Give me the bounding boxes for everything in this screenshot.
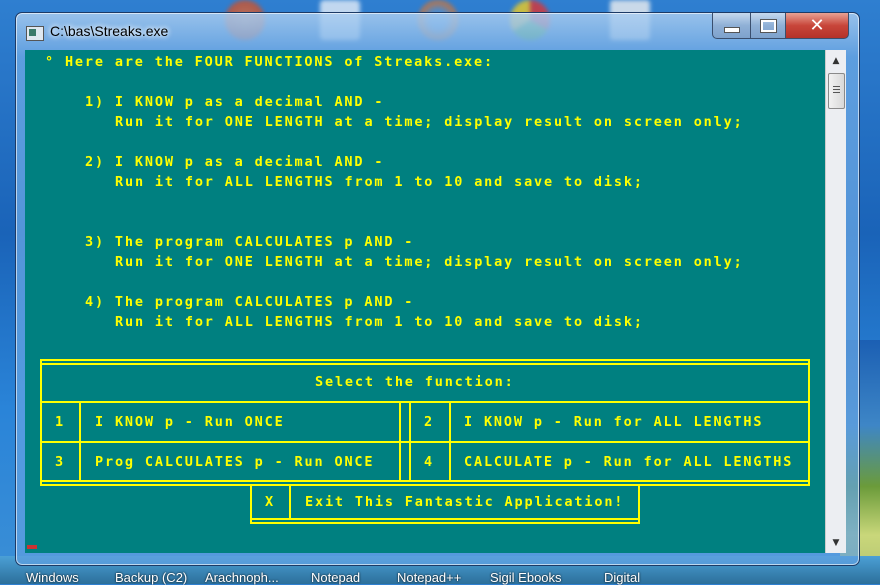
scroll-up-icon: ▲: [832, 55, 840, 66]
menu-border: [40, 363, 810, 365]
minimize-icon: [724, 26, 740, 33]
exit-box-border: [250, 518, 640, 520]
taskbar-item-digital[interactable]: Digital: [604, 570, 640, 585]
menu-border: [40, 480, 810, 482]
minimize-button[interactable]: [712, 13, 752, 39]
scroll-up-button[interactable]: ▲: [826, 52, 846, 69]
scroll-down-icon: ▼: [832, 537, 840, 548]
menu-divider: [399, 403, 401, 480]
window-title: C:\bas\Streaks.exe: [50, 23, 169, 39]
scroll-thumb[interactable]: [828, 73, 845, 109]
console-app-icon[interactable]: [26, 26, 44, 41]
menu-title: Select the function:: [315, 374, 515, 390]
function-4-line2: Run it for ALL LENGTHS from 1 to 10 and …: [115, 314, 644, 330]
menu-option-4-label: CALCULATE p - Run for ALL LENGTHS: [464, 454, 794, 470]
maximize-button[interactable]: [750, 13, 787, 39]
menu-option-1-label: I KNOW p - Run ONCE: [95, 414, 285, 430]
maximize-icon: [760, 18, 777, 33]
scroll-down-button[interactable]: ▼: [826, 534, 846, 551]
exit-box-border: [250, 522, 640, 524]
menu-option-4-key: 4: [424, 454, 434, 470]
function-3-line2: Run it for ONE LENGTH at a time; display…: [115, 254, 744, 270]
menu-option-2-label: I KNOW p - Run for ALL LENGTHS: [464, 414, 764, 430]
function-2-line1: 2) I KNOW p as a decimal AND -: [85, 154, 385, 170]
menu-option-2-key: 2: [424, 414, 434, 430]
heading-text: ° Here are the FOUR FUNCTIONS of Streaks…: [45, 54, 494, 70]
console-cursor: [27, 545, 37, 549]
menu-option-3-label: Prog CALCULATES p - Run ONCE: [95, 454, 375, 470]
taskbar-item-arachnophilia[interactable]: Arachnoph...: [205, 570, 279, 585]
console-area[interactable]: ° Here are the FOUR FUNCTIONS of Streaks…: [25, 50, 825, 553]
menu-border: [40, 359, 810, 361]
taskbar-item-sigil[interactable]: Sigil Ebooks: [490, 570, 562, 585]
function-3-line1: 3) The program CALCULATES p AND -: [85, 234, 415, 250]
function-1-line1: 1) I KNOW p as a decimal AND -: [85, 94, 385, 110]
menu-option-2[interactable]: 2 I KNOW p - Run for ALL LENGTHS: [411, 403, 808, 441]
menu-option-1[interactable]: 1 I KNOW p - Run ONCE: [42, 403, 399, 441]
menu-option-3-key: 3: [55, 454, 65, 470]
taskbar-item-windows[interactable]: Windows: [26, 570, 79, 585]
close-icon: ✕: [809, 15, 825, 36]
menu-option-4[interactable]: 4 CALCULATE p - Run for ALL LENGTHS: [411, 443, 808, 480]
exit-option-key: X: [265, 494, 275, 510]
exit-option[interactable]: X Exit This Fantastic Application!: [252, 486, 638, 518]
exit-option-label: Exit This Fantastic Application!: [305, 494, 625, 510]
menu-option-3[interactable]: 3 Prog CALCULATES p - Run ONCE: [42, 443, 399, 480]
function-1-line2: Run it for ONE LENGTH at a time; display…: [115, 114, 744, 130]
function-4-line1: 4) The program CALCULATES p AND -: [85, 294, 415, 310]
taskbar-item-notepad-plus[interactable]: Notepad++: [397, 570, 461, 585]
menu-option-1-key: 1: [55, 414, 65, 430]
vertical-scrollbar[interactable]: ▲ ▼: [825, 50, 846, 553]
close-button[interactable]: ✕: [785, 13, 849, 39]
taskbar-item-notepad[interactable]: Notepad: [311, 570, 360, 585]
menu-border: [808, 359, 810, 486]
function-2-line2: Run it for ALL LENGTHS from 1 to 10 and …: [115, 174, 644, 190]
taskbar-item-backup[interactable]: Backup (C2): [115, 570, 187, 585]
